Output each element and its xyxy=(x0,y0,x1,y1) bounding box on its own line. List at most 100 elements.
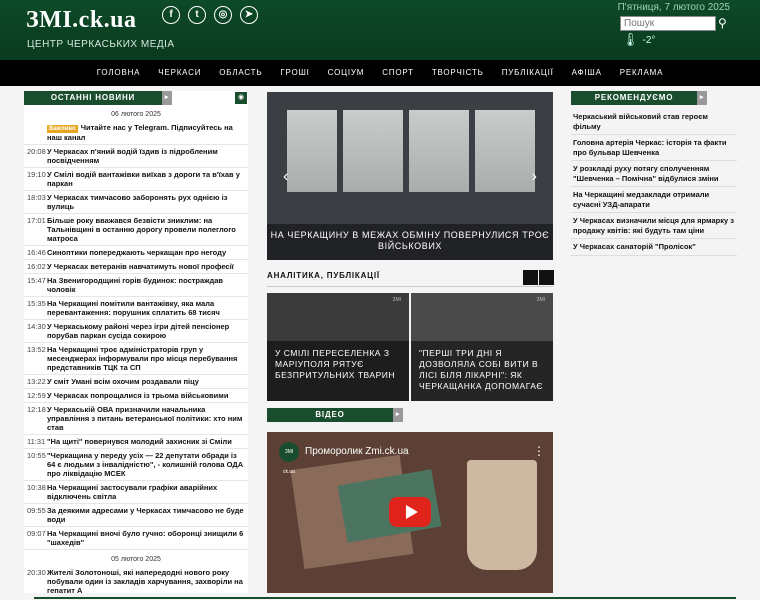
news-headline[interactable]: У Черкаській ОВА призначили начальника у… xyxy=(47,405,245,432)
news-item[interactable]: 17:01 Більше року вважався безвісти зникл… xyxy=(24,214,248,246)
news-time: 19:10 xyxy=(27,170,46,179)
slider-prev-icon[interactable]: ‹ xyxy=(283,168,288,186)
news-item[interactable]: 20:08 У Черкасах п'яний водій їздив із пі… xyxy=(24,145,248,168)
news-item[interactable]: 13:22 У сміт Умані всім охочим роздавали … xyxy=(24,375,248,389)
rss-icon[interactable]: ◉ xyxy=(235,92,247,104)
news-item[interactable]: 12:59 У Черкасах попрощалися із трьома ві… xyxy=(24,389,248,403)
video-player[interactable]: ЗМІ ck.ua Проморолик Zmi.ck.ua ⋮ xyxy=(267,432,553,593)
more-options-icon[interactable]: ⋮ xyxy=(533,444,545,458)
video-title[interactable]: Проморолик Zmi.ck.ua xyxy=(305,446,409,457)
news-time: 20:08 xyxy=(27,147,46,156)
news-item[interactable]: Важливо Читайте нас у Telegram. Підписуйт… xyxy=(24,121,248,145)
news-headline[interactable]: Синоптики попереджають черкащан про него… xyxy=(47,248,226,257)
news-time: 20:30 xyxy=(27,568,46,577)
analytics-next-icon[interactable] xyxy=(539,270,554,285)
recommended-list: Черкаський військовий став героєм фільму… xyxy=(571,109,737,256)
recommended-panel: РЕКОМЕНДУЄМО ▸ Черкаський військовий ста… xyxy=(571,91,737,256)
divider xyxy=(267,286,553,287)
nav-region[interactable]: ОБЛАСТЬ xyxy=(210,60,271,86)
recommended-item[interactable]: У Черкасах визначили місця для ярмарку з… xyxy=(571,213,737,239)
news-item[interactable]: 09:55 За деякими адресами у Черкасах тимч… xyxy=(24,504,248,527)
telegram-icon[interactable]: ➤ xyxy=(240,6,258,24)
news-time: 10:38 xyxy=(27,483,46,492)
news-headline[interactable]: Більше року вважався безвісти зниклим: н… xyxy=(47,216,245,243)
play-icon xyxy=(406,505,418,519)
recommended-item[interactable]: У розкладі руху потягу сполученням "Шевч… xyxy=(571,161,737,187)
news-headline[interactable]: У Черкасах ветеранів навчатимуть нової п… xyxy=(47,262,234,271)
analytics-card[interactable]: ЗМІ У СМІЛІ ПЕРЕСЕЛЕНКА З МАРІУПОЛЯ РЯТУ… xyxy=(267,293,409,401)
news-item[interactable]: 11:31 "На щиті" повернувся молодий захисн… xyxy=(24,435,248,449)
twitter-icon[interactable]: t xyxy=(188,6,206,24)
hero-caption[interactable]: НА ЧЕРКАЩИНУ В МЕЖАХ ОБМІНУ ПОВЕРНУЛИСЯ … xyxy=(267,224,553,260)
card-caption[interactable]: "ПЕРШІ ТРИ ДНІ Я ДОЗВОЛЯЛА СОБІ ВИТИ В Л… xyxy=(411,341,553,401)
news-item[interactable]: 15:35 На Черкащині помітили вантажівку, я… xyxy=(24,297,248,320)
site-logo[interactable]: ЗМІ.ck.ua xyxy=(26,7,137,34)
news-item[interactable]: 13:52 На Черкащині троє адміністраторів г… xyxy=(24,343,248,375)
news-headline[interactable]: За деякими адресами у Черкасах тимчасово… xyxy=(47,506,245,524)
recommended-item[interactable]: Черкаський військовий став героєм фільму xyxy=(571,109,737,135)
recommended-item[interactable]: Головна артерія Черкас: історія та факти… xyxy=(571,135,737,161)
news-item[interactable]: 12:18 У Черкаській ОВА призначили начальн… xyxy=(24,403,248,435)
news-headline[interactable]: У Черкасах тимчасово заборонять рух одні… xyxy=(47,193,245,211)
main-nav: ГОЛОВНА ЧЕРКАСИ ОБЛАСТЬ ГРОШІ СОЦІУМ СПО… xyxy=(0,60,760,86)
video-section-title: ВІДЕО ▸ xyxy=(267,408,403,422)
news-headline[interactable]: На Звенигородщині горів будинок: постраж… xyxy=(47,276,245,294)
news-time: 10:55 xyxy=(27,451,46,460)
news-headline[interactable]: Важливо Читайте нас у Telegram. Підписуйт… xyxy=(47,123,245,142)
news-item[interactable]: 18:03 У Черкасах тимчасово заборонять рух… xyxy=(24,191,248,214)
analytics-card[interactable]: ЗМІ "ПЕРШІ ТРИ ДНІ Я ДОЗВОЛЯЛА СОБІ ВИТИ… xyxy=(411,293,553,401)
chevron-right-icon[interactable]: ▸ xyxy=(162,91,172,105)
news-item[interactable]: 20:30 Жителі Золотоноші, які напередодні … xyxy=(24,566,248,593)
nav-sport[interactable]: СПОРТ xyxy=(373,60,423,86)
nav-ads[interactable]: РЕКЛАМА xyxy=(611,60,673,86)
news-item[interactable]: 15:47 На Звенигородщині горів будинок: по… xyxy=(24,274,248,297)
nav-money[interactable]: ГРОШІ xyxy=(271,60,318,86)
search-icon[interactable]: ⚲ xyxy=(718,16,727,30)
news-item[interactable]: 19:10 У Смілі водій вантажівки виїхав з д… xyxy=(24,168,248,191)
channel-avatar[interactable]: ЗМІ ck.ua xyxy=(279,442,299,475)
search-input[interactable] xyxy=(620,16,716,31)
news-headline[interactable]: На Черкащині троє адміністраторів груп у… xyxy=(47,345,245,372)
current-date: П'ятниця, 7 лютого 2025 xyxy=(617,2,730,13)
news-headline[interactable]: У сміт Умані всім охочим роздавали піцу xyxy=(47,377,199,386)
nav-creativity[interactable]: ТВОРЧІСТЬ xyxy=(423,60,493,86)
news-headline[interactable]: У Черкасах попрощалися із трьома військо… xyxy=(47,391,228,400)
recommended-item[interactable]: У Черкасах санаторій "Пролісок" xyxy=(571,239,737,256)
news-headline[interactable]: На Черкащині вночі було гучно: оборонці … xyxy=(47,529,245,547)
nav-afisha[interactable]: АФІША xyxy=(563,60,611,86)
nav-cherkasy[interactable]: ЧЕРКАСИ xyxy=(149,60,210,86)
date-separator: 05 лютого 2025 xyxy=(111,556,161,563)
nav-society[interactable]: СОЦІУМ xyxy=(319,60,374,86)
analytics-title: АНАЛІТИКА, ПУБЛІКАЦІЇ xyxy=(267,271,380,280)
news-item[interactable]: 16:02 У Черкасах ветеранів навчатимуть но… xyxy=(24,260,248,274)
news-headline[interactable]: На Черкащині застосували графіки аварійн… xyxy=(47,483,245,501)
recommended-item[interactable]: На Черкащині медзаклади отримали сучасні… xyxy=(571,187,737,213)
chevron-right-icon[interactable]: ▸ xyxy=(393,408,403,422)
news-headline[interactable]: У Черкаському районі через ігри дітей пе… xyxy=(47,322,245,340)
slider-next-icon[interactable]: › xyxy=(532,168,537,186)
important-badge: Важливо xyxy=(47,125,78,133)
news-headline[interactable]: У Черкасах п'яний водій їздив із підробл… xyxy=(47,147,245,165)
news-item[interactable]: 14:30 У Черкаському районі через ігри діт… xyxy=(24,320,248,343)
instagram-icon[interactable]: ◎ xyxy=(214,6,232,24)
recommended-title: РЕКОМЕНДУЄМО ▸ xyxy=(571,91,707,105)
facebook-icon[interactable]: f xyxy=(162,6,180,24)
news-headline[interactable]: Жителі Золотоноші, які напередодні новог… xyxy=(47,568,245,593)
hero-slider[interactable]: ‹ › НА ЧЕРКАЩИНУ В МЕЖАХ ОБМІНУ ПОВЕРНУЛ… xyxy=(267,92,553,260)
site-tagline: ЦЕНТР ЧЕРКАСЬКИХ МЕДІА xyxy=(27,39,175,50)
site-header: ЗМІ.ck.ua ЦЕНТР ЧЕРКАСЬКИХ МЕДІА f t ◎ ➤… xyxy=(0,0,760,60)
thermometer-icon: 🌡 xyxy=(622,32,639,47)
news-headline[interactable]: "Черкащина у переду усіх — 22 депутати о… xyxy=(47,451,245,478)
chevron-right-icon[interactable]: ▸ xyxy=(697,91,707,105)
nav-home[interactable]: ГОЛОВНА xyxy=(88,60,150,86)
news-headline[interactable]: "На щиті" повернувся молодий захисник зі… xyxy=(47,437,232,446)
analytics-prev-icon[interactable] xyxy=(523,270,538,285)
card-caption[interactable]: У СМІЛІ ПЕРЕСЕЛЕНКА З МАРІУПОЛЯ РЯТУЄ БЕ… xyxy=(267,341,409,401)
news-item[interactable]: 10:55 "Черкащина у переду усіх — 22 депут… xyxy=(24,449,248,481)
news-headline[interactable]: У Смілі водій вантажівки виїхав з дороги… xyxy=(47,170,245,188)
nav-publications[interactable]: ПУБЛІКАЦІЇ xyxy=(493,60,563,86)
news-item[interactable]: 09:07 На Черкащині вночі було гучно: обор… xyxy=(24,527,248,550)
news-item[interactable]: 10:38 На Черкащині застосували графіки ав… xyxy=(24,481,248,504)
news-headline[interactable]: На Черкащині помітили вантажівку, яка ма… xyxy=(47,299,245,317)
news-item[interactable]: 16:46 Синоптики попереджають черкащан про… xyxy=(24,246,248,260)
